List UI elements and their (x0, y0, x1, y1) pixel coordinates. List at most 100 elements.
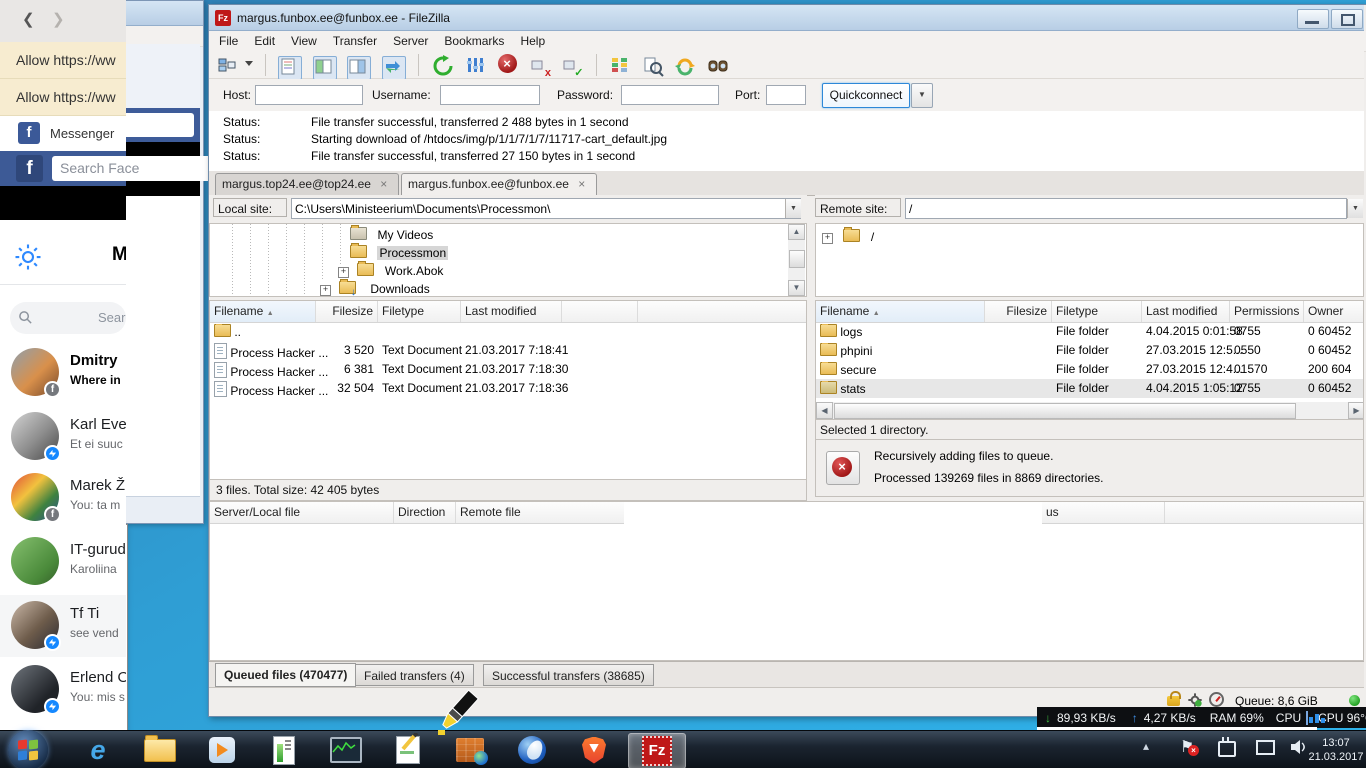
reconnect-icon[interactable]: ✓ (561, 57, 583, 79)
stop-recursive-button[interactable]: × (826, 451, 860, 485)
site-manager-dropdown-icon[interactable] (245, 61, 254, 70)
filter-icon[interactable] (642, 55, 664, 77)
column-header-owner[interactable]: Owner (1304, 301, 1363, 322)
column-header-direction[interactable]: Direction (394, 502, 456, 523)
contact-row[interactable]: f Marek Ž You: ta m (0, 467, 126, 529)
menu-bookmarks[interactable]: Bookmarks (436, 32, 512, 50)
taskbar-internet-explorer[interactable]: e (70, 733, 126, 767)
toggle-queue-icon[interactable] (381, 56, 406, 80)
tray-clock[interactable]: 13:07 21.03.2017 (1308, 736, 1364, 764)
find-icon[interactable] (707, 55, 729, 77)
password-input[interactable] (621, 85, 719, 105)
column-header-lastmodified[interactable]: Last modified (1142, 301, 1230, 322)
menu-help[interactable]: Help (512, 32, 553, 50)
file-row[interactable]: logs File folder 4.04.2015 0:01:58 0755 … (816, 322, 1363, 341)
filezilla-window[interactable]: Fz margus.funbox.ee@funbox.ee - FileZill… (208, 4, 1366, 717)
taskbar-windows-explorer[interactable] (132, 733, 188, 767)
refresh-icon[interactable] (432, 55, 454, 77)
file-row[interactable]: Process Hacker ... 6 381 Text Document 2… (210, 360, 806, 379)
expand-icon[interactable]: + (338, 267, 349, 278)
remote-file-list[interactable]: Filename ▲ Filesize Filetype Last modifi… (815, 300, 1364, 419)
disconnect-icon[interactable]: x (529, 57, 551, 79)
toggle-local-tree-icon[interactable] (312, 56, 337, 80)
file-row[interactable]: secure File folder 27.03.2015 12:4... 01… (816, 360, 1363, 379)
taskbar-meter-document[interactable] (256, 733, 312, 767)
file-row[interactable]: Process Hacker ... 32 504 Text Document … (210, 379, 806, 398)
scroll-thumb[interactable] (834, 403, 1296, 419)
taskbar-filezilla[interactable]: Fz (628, 733, 686, 768)
directory-comparison-icon[interactable] (609, 55, 631, 77)
tree-item-work-abok[interactable]: + Work.Abok (338, 261, 443, 280)
local-file-list[interactable]: Filename ▲ Filesize Filetype Last modifi… (209, 300, 807, 479)
process-queue-icon[interactable] (464, 55, 486, 77)
toggle-message-log-icon[interactable] (278, 56, 303, 80)
filezilla-titlebar[interactable]: Fz margus.funbox.ee@funbox.ee - FileZill… (209, 5, 1364, 31)
column-header-filename[interactable]: Filename ▲ (210, 301, 316, 322)
column-header-permissions[interactable]: Permissions (1230, 301, 1304, 322)
cancel-icon[interactable]: × (497, 53, 519, 75)
column-header-filetype[interactable]: Filetype (1052, 301, 1142, 322)
remote-site-combo[interactable]: / (905, 198, 1347, 219)
taskbar[interactable]: e Fz ▴ ⚑ × 13:07 21.03.2017 (0, 730, 1366, 768)
column-header-filesize[interactable]: Filesize (985, 301, 1052, 322)
tab-queued-files[interactable]: Queued files (470477) (215, 663, 357, 687)
taskbar-process-monitor[interactable] (318, 733, 374, 767)
remote-site-dropdown-icon[interactable]: ▼ (1347, 199, 1363, 218)
column-header-lastmodified[interactable]: Last modified (461, 301, 562, 322)
remote-list-hscrollbar[interactable]: ◀ ▶ (816, 402, 1363, 419)
tray-power-icon[interactable] (1218, 737, 1236, 757)
scroll-right-icon[interactable]: ▶ (1348, 402, 1363, 419)
menu-server[interactable]: Server (385, 32, 436, 50)
scroll-down-icon[interactable]: ▼ (788, 280, 805, 296)
column-header-status-fragment[interactable]: us (1042, 502, 1165, 523)
username-input[interactable] (440, 85, 540, 105)
taskbar-media-player[interactable] (194, 733, 250, 767)
contact-row[interactable]: IT-gurud Karoliina (0, 531, 126, 593)
file-row[interactable]: .. (210, 322, 806, 341)
tab-failed-transfers[interactable]: Failed transfers (4) (355, 664, 474, 686)
contact-row[interactable]: Erlend O You: mis s (0, 659, 126, 721)
scroll-up-icon[interactable]: ▲ (788, 224, 805, 240)
column-header-filename[interactable]: Filename ▲ (816, 301, 985, 322)
host-input[interactable] (255, 85, 363, 105)
start-button[interactable] (8, 730, 48, 768)
taskbar-pen-document[interactable] (380, 733, 436, 767)
menu-file[interactable]: File (211, 32, 246, 50)
menu-edit[interactable]: Edit (246, 32, 283, 50)
expand-icon[interactable]: + (320, 285, 331, 296)
speed-gauge-icon[interactable] (1209, 692, 1224, 707)
menu-view[interactable]: View (283, 32, 325, 50)
tab-close-icon[interactable]: × (578, 177, 585, 191)
tray-chevron-icon[interactable]: ▴ (1143, 739, 1149, 753)
quickconnect-dropdown-button[interactable]: ▼ (911, 83, 933, 108)
tree-item-root[interactable]: + / (822, 227, 874, 246)
column-header-filetype[interactable]: Filetype (378, 301, 461, 322)
file-row-selected[interactable]: stats File folder 4.04.2015 1:05:12 0755… (816, 379, 1363, 398)
file-row[interactable]: Process Hacker ... 3 520 Text Document 2… (210, 341, 806, 360)
server-tab-active[interactable]: margus.funbox.ee@funbox.ee × (401, 173, 597, 195)
taskbar-brave[interactable] (566, 733, 622, 767)
column-header-server-local-file[interactable]: Server/Local file (210, 502, 394, 523)
contact-row[interactable]: Tf Ti see vend (0, 595, 126, 657)
local-tree[interactable]: My Videos Processmon + Work.Abok + ↓ Dow… (209, 223, 807, 297)
local-tree-scrollbar[interactable]: ▲ ▼ (788, 224, 805, 296)
taskbar-firewall[interactable] (442, 733, 498, 767)
server-tab[interactable]: margus.top24.ee@top24.ee × (215, 173, 399, 195)
minimize-button[interactable] (1297, 9, 1329, 29)
remote-tree[interactable]: + / (815, 223, 1364, 297)
file-row[interactable]: phpini File folder 27.03.2015 12:5... 05… (816, 341, 1363, 360)
scroll-thumb[interactable] (789, 250, 805, 268)
maximize-button[interactable] (1331, 9, 1363, 29)
taskbar-seamonkey[interactable] (504, 733, 560, 767)
tree-item-my-videos[interactable]: My Videos (350, 225, 433, 244)
scroll-left-icon[interactable]: ◀ (816, 402, 833, 419)
column-header-remote-file[interactable]: Remote file (456, 502, 624, 523)
toggle-remote-tree-icon[interactable] (347, 56, 372, 80)
local-site-dropdown-icon[interactable]: ▼ (785, 199, 801, 218)
site-manager-icon[interactable] (216, 55, 238, 77)
tray-network-icon[interactable] (1256, 740, 1275, 755)
tab-close-icon[interactable]: × (380, 177, 387, 191)
expand-icon[interactable]: + (822, 233, 833, 244)
port-input[interactable] (766, 85, 806, 105)
tab-successful-transfers[interactable]: Successful transfers (38685) (483, 664, 654, 686)
